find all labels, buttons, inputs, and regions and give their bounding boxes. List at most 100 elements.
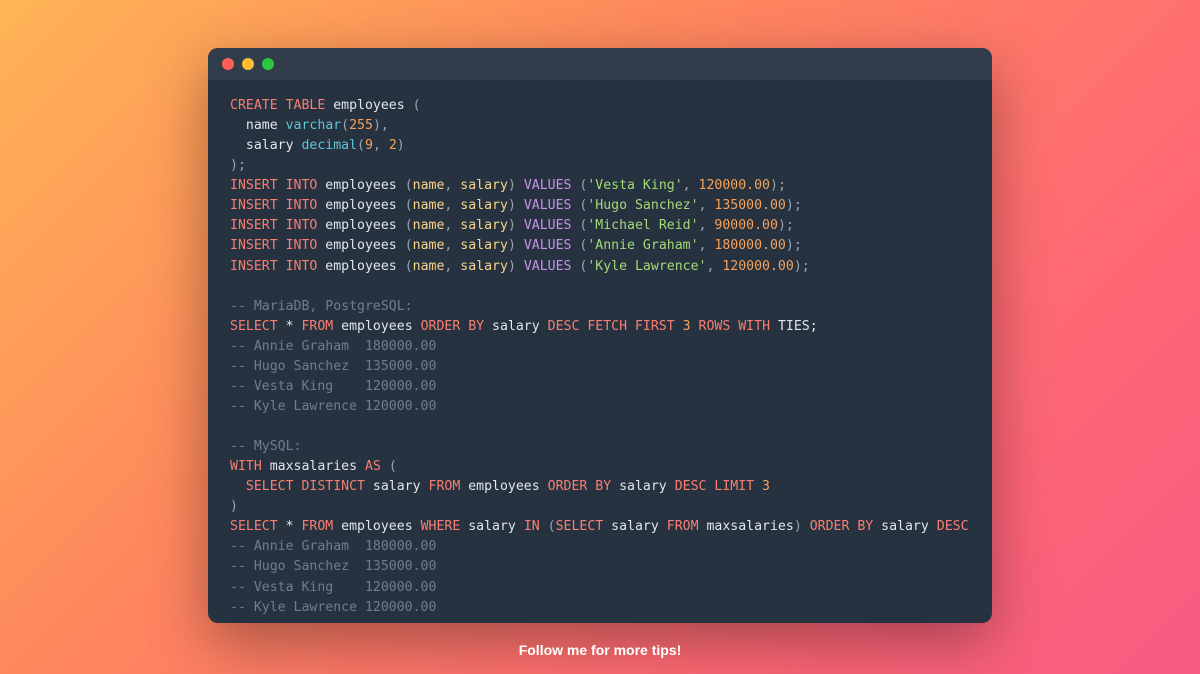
code-token: )	[230, 499, 238, 514]
footer-caption: Follow me for more tips!	[0, 642, 1200, 658]
code-token: 'Kyle Lawrence'	[587, 259, 706, 274]
code-token: name	[413, 178, 445, 193]
code-line: );	[230, 156, 970, 176]
code-token: ,	[373, 138, 389, 153]
code-line: -- MySQL:	[230, 437, 970, 457]
code-token: ,	[699, 238, 715, 253]
code-token: -- Kyle Lawrence 120000.00	[230, 399, 436, 414]
code-token: INSERT INTO	[230, 238, 317, 253]
code-line: INSERT INTO employees (name, salary) VAL…	[230, 196, 970, 216]
code-token: SELECT	[556, 519, 604, 534]
code-line: SELECT * FROM employees ORDER BY salary …	[230, 317, 970, 337]
code-token: (	[540, 519, 556, 534]
code-token: 90000.00	[714, 218, 778, 233]
code-token: 2	[389, 138, 397, 153]
code-token: employees	[317, 259, 404, 274]
code-token: employees	[317, 198, 404, 213]
code-token	[230, 479, 246, 494]
code-token: )	[508, 198, 524, 213]
code-token: VALUES	[524, 178, 572, 193]
code-token: varchar	[286, 118, 342, 133]
code-token: (	[571, 238, 587, 253]
code-token: VALUES	[524, 218, 572, 233]
code-token: -- Hugo Sanchez 135000.00	[230, 359, 436, 374]
code-token: TIES;	[770, 319, 818, 334]
code-token: employees	[333, 519, 420, 534]
code-token: salary	[611, 479, 675, 494]
code-token: )	[508, 178, 524, 193]
code-token: decimal	[301, 138, 357, 153]
code-token: maxsalaries	[262, 459, 365, 474]
code-token: employees	[317, 218, 404, 233]
code-line: -- MariaDB, PostgreSQL:	[230, 297, 970, 317]
code-token: 120000.00	[699, 178, 770, 193]
code-token: ,	[699, 218, 715, 233]
code-token: FROM	[667, 519, 699, 534]
code-token: VALUES	[524, 198, 572, 213]
code-token: )	[508, 218, 524, 233]
code-token: ORDER BY	[421, 319, 485, 334]
code-token: -- Vesta King 120000.00	[230, 379, 436, 394]
code-line: name varchar(255),	[230, 116, 970, 136]
code-line: INSERT INTO employees (name, salary) VAL…	[230, 257, 970, 277]
code-token	[754, 479, 762, 494]
code-token: DESC	[937, 519, 969, 534]
code-line: INSERT INTO employees (name, salary) VAL…	[230, 236, 970, 256]
code-token: );	[786, 238, 802, 253]
code-token: name	[413, 218, 445, 233]
code-token: INSERT INTO	[230, 178, 317, 193]
code-token: )	[508, 259, 524, 274]
code-token: ,	[683, 178, 699, 193]
code-line: SELECT DISTINCT salary FROM employees OR…	[230, 477, 970, 497]
code-token	[691, 319, 699, 334]
code-line: salary decimal(9, 2)	[230, 136, 970, 156]
code-line	[230, 417, 970, 437]
code-token: AS	[365, 459, 381, 474]
code-line: -- Annie Graham 180000.00	[230, 537, 970, 557]
code-token: employees	[317, 178, 404, 193]
code-token: INSERT INTO	[230, 259, 317, 274]
code-token: (	[405, 259, 413, 274]
code-token: (	[405, 218, 413, 233]
code-token: (	[405, 238, 413, 253]
code-token: DESC LIMIT	[675, 479, 754, 494]
zoom-icon[interactable]	[262, 58, 274, 70]
code-token: salary	[460, 259, 508, 274]
code-token: 'Annie Graham'	[587, 238, 698, 253]
code-token: )	[397, 138, 405, 153]
code-token	[675, 319, 683, 334]
code-token: salary	[460, 519, 524, 534]
code-token: employees	[460, 479, 547, 494]
code-token: )	[794, 519, 810, 534]
code-token: );	[786, 198, 802, 213]
code-token: ORDER BY	[810, 519, 874, 534]
code-token: name	[413, 238, 445, 253]
code-token: salary	[460, 178, 508, 193]
code-token: (	[405, 178, 413, 193]
code-token: ,	[444, 218, 460, 233]
code-token: 'Michael Reid'	[587, 218, 698, 233]
code-token: (	[357, 138, 365, 153]
code-token: 135000.00	[714, 198, 785, 213]
code-token: (	[571, 198, 587, 213]
code-token: ROWS WITH	[699, 319, 770, 334]
code-token: 'Vesta King'	[587, 178, 682, 193]
code-token: INSERT INTO	[230, 218, 317, 233]
code-line: SELECT * FROM employees WHERE salary IN …	[230, 517, 970, 537]
code-token: salary	[230, 138, 301, 153]
code-token: maxsalaries	[699, 519, 794, 534]
code-token: salary	[460, 238, 508, 253]
code-token: SELECT	[230, 519, 278, 534]
code-token: );	[794, 259, 810, 274]
minimize-icon[interactable]	[242, 58, 254, 70]
code-token: 3	[762, 479, 770, 494]
code-token: salary	[460, 198, 508, 213]
code-token: (	[413, 98, 421, 113]
close-icon[interactable]	[222, 58, 234, 70]
code-token: -- MySQL:	[230, 439, 301, 454]
code-token: WITH	[230, 459, 262, 474]
code-token: SELECT DISTINCT	[246, 479, 365, 494]
code-token: name	[413, 198, 445, 213]
code-line: CREATE TABLE employees (	[230, 96, 970, 116]
code-token: INSERT INTO	[230, 198, 317, 213]
